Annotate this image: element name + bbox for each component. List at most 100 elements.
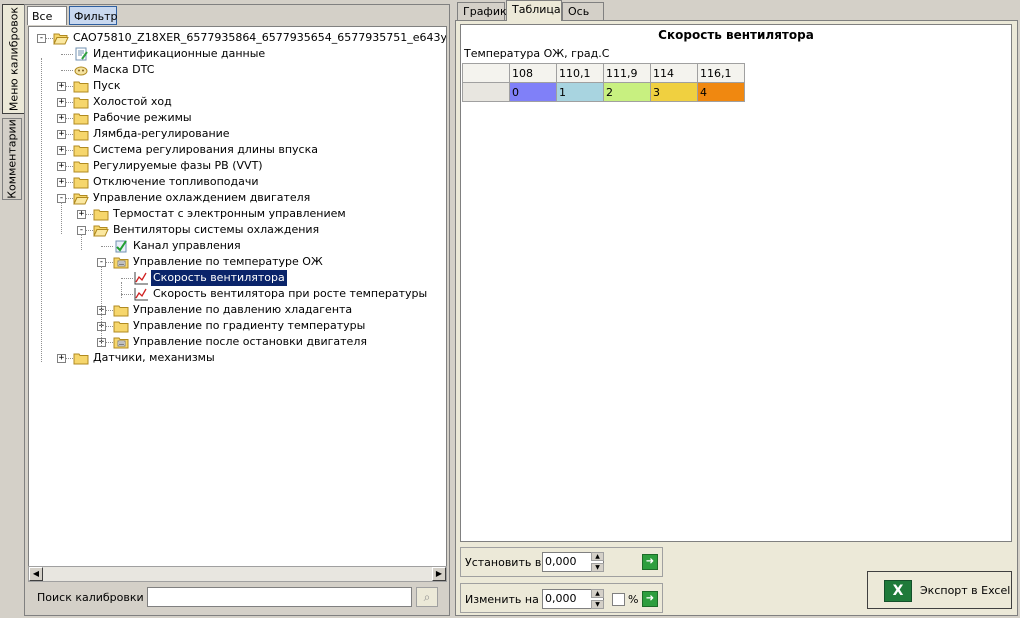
apply-change-button[interactable]: ➜ — [642, 591, 658, 607]
value-cell[interactable]: 3 — [650, 82, 698, 102]
apply-set-button[interactable]: ➜ — [642, 554, 658, 570]
spin-down-icon[interactable]: ▼ — [591, 563, 604, 572]
scroll-right-icon[interactable]: ▶ — [432, 567, 446, 581]
tab-graph[interactable]: График — [457, 2, 507, 20]
expand-icon[interactable]: + — [57, 162, 66, 171]
folder-icon — [113, 303, 129, 317]
tree-connector — [101, 266, 102, 346]
tree-node-label: Рабочие режимы — [93, 111, 192, 124]
table-title: Скорость вентилятора — [658, 28, 814, 42]
change-value-spinner[interactable]: ▲ ▼ — [591, 589, 604, 609]
table-header-row: 108 110,1 111,9 114 116,1 — [462, 63, 745, 83]
value-cell[interactable]: 0 — [509, 82, 557, 102]
tree-horizontal-scrollbar[interactable]: ◀ ▶ — [28, 566, 447, 582]
row-header-cell — [462, 82, 510, 102]
folder-icon — [73, 159, 89, 173]
value-cell[interactable]: 1 — [556, 82, 604, 102]
expand-icon[interactable]: + — [57, 98, 66, 107]
scroll-left-icon[interactable]: ◀ — [29, 567, 43, 581]
x-axis-cell[interactable]: 110,1 — [556, 63, 604, 83]
folder-open-icon — [73, 191, 89, 205]
tree-node-label: CAO75810_Z18XER_6577935864_6577935654_65… — [73, 31, 447, 44]
x-axis-cell[interactable]: 114 — [650, 63, 698, 83]
arrow-right-icon: ➜ — [645, 556, 655, 567]
table-corner — [462, 63, 510, 83]
arrow-right-icon: ➜ — [645, 593, 655, 604]
tree-connector — [81, 234, 82, 250]
tree-node-label: Скорость вентилятора при росте температу… — [153, 287, 428, 300]
table-view: Скорость вентилятора Температура ОЖ, гра… — [460, 24, 1012, 542]
tab-filter[interactable]: Фильтр — [69, 6, 118, 25]
folder-icon — [93, 207, 109, 221]
change-value-group: Изменить на 0,000 ▲ ▼ % ➜ — [460, 583, 663, 613]
folder-icon — [73, 143, 89, 157]
expand-icon[interactable]: + — [57, 354, 66, 363]
set-value-spinner[interactable]: ▲ ▼ — [591, 552, 604, 572]
spin-down-icon[interactable]: ▼ — [591, 600, 604, 609]
x-axis-cell[interactable]: 111,9 — [603, 63, 651, 83]
search-input[interactable] — [147, 587, 412, 607]
calibration-tree: - CAO75810_Z18XER_6577935864_6577935654_6… — [28, 26, 447, 567]
tree-node-label: Вентиляторы системы охлаждения — [113, 223, 320, 236]
folder-icon — [73, 175, 89, 189]
search-button[interactable]: ⌕ — [416, 587, 438, 607]
folder-icon — [73, 127, 89, 141]
tree-connector — [101, 246, 113, 247]
folder-open-icon — [93, 223, 109, 237]
export-excel-button[interactable]: X Экспорт в Excel — [867, 571, 1012, 609]
tree-connector — [121, 278, 133, 279]
tree-node-label: Пуск — [93, 79, 121, 92]
value-cell[interactable]: 2 — [603, 82, 651, 102]
tab-axis-x[interactable]: Ось X — [562, 2, 604, 36]
tree-connector — [41, 58, 42, 362]
tree-connector — [61, 54, 73, 55]
folder-icon — [73, 111, 89, 125]
folder-icon — [73, 95, 89, 109]
document-edit-icon — [73, 47, 89, 61]
excel-icon: X — [884, 580, 912, 602]
folder-icon — [73, 79, 89, 93]
export-excel-label: Экспорт в Excel — [920, 584, 1011, 597]
percent-label: % — [628, 593, 639, 606]
change-value-label: Изменить на — [465, 593, 539, 606]
percent-checkbox[interactable] — [612, 593, 625, 606]
spin-up-icon[interactable]: ▲ — [591, 589, 604, 598]
tree-node-label: Холостой ход — [93, 95, 172, 108]
tree-node-label: Скорость вентилятора — [151, 270, 287, 286]
tree-connector — [121, 282, 122, 298]
tab-table[interactable]: Таблица — [506, 0, 562, 21]
tree-node-label: Управление по градиенту температуры — [133, 319, 366, 332]
tab-all[interactable]: Все — [27, 6, 67, 25]
checkmark-doc-icon — [113, 239, 129, 253]
side-tab-comments[interactable]: Комментарии — [2, 118, 22, 200]
tree-connector — [61, 202, 62, 234]
x-axis-cell[interactable]: 108 — [509, 63, 557, 83]
tree-node-label: Регулируемые фазы РВ (VVT) — [93, 159, 263, 172]
tree-node-label: Управление по давлению хладагента — [133, 303, 353, 316]
folder-doc-icon — [113, 335, 129, 349]
expand-icon[interactable]: + — [57, 178, 66, 187]
axis-label: Температура ОЖ, град.С — [464, 47, 610, 60]
value-cell[interactable]: 4 — [697, 82, 745, 102]
expand-icon[interactable]: + — [77, 210, 86, 219]
collapse-icon[interactable]: - — [37, 34, 46, 43]
x-axis-cell[interactable]: 116,1 — [697, 63, 745, 83]
mask-icon — [73, 63, 89, 77]
expand-icon[interactable]: + — [57, 114, 66, 123]
set-value-group: Установить в 0,000 ▲ ▼ ➜ — [460, 547, 663, 577]
tree-node-label: Лямбда-регулирование — [93, 127, 230, 140]
expand-icon[interactable]: + — [57, 130, 66, 139]
tree-node-label: Отключение топливоподачи — [93, 175, 259, 188]
chart-line-icon — [133, 271, 149, 285]
tree-node-label: Термостат с электронным управлением — [113, 207, 346, 220]
tree-connector — [61, 70, 73, 71]
side-tab-calibration-menu[interactable]: Меню калибровок — [2, 4, 24, 114]
folder-doc-icon — [113, 255, 129, 269]
expand-icon[interactable]: + — [57, 146, 66, 155]
expand-icon[interactable]: + — [57, 82, 66, 91]
spin-up-icon[interactable]: ▲ — [591, 552, 604, 561]
search-icon: ⌕ — [423, 590, 431, 604]
tree-node-label: Управление по температуре ОЖ — [133, 255, 323, 268]
folder-icon — [73, 351, 89, 365]
table-panel: Скорость вентилятора Температура ОЖ, гра… — [455, 20, 1018, 616]
